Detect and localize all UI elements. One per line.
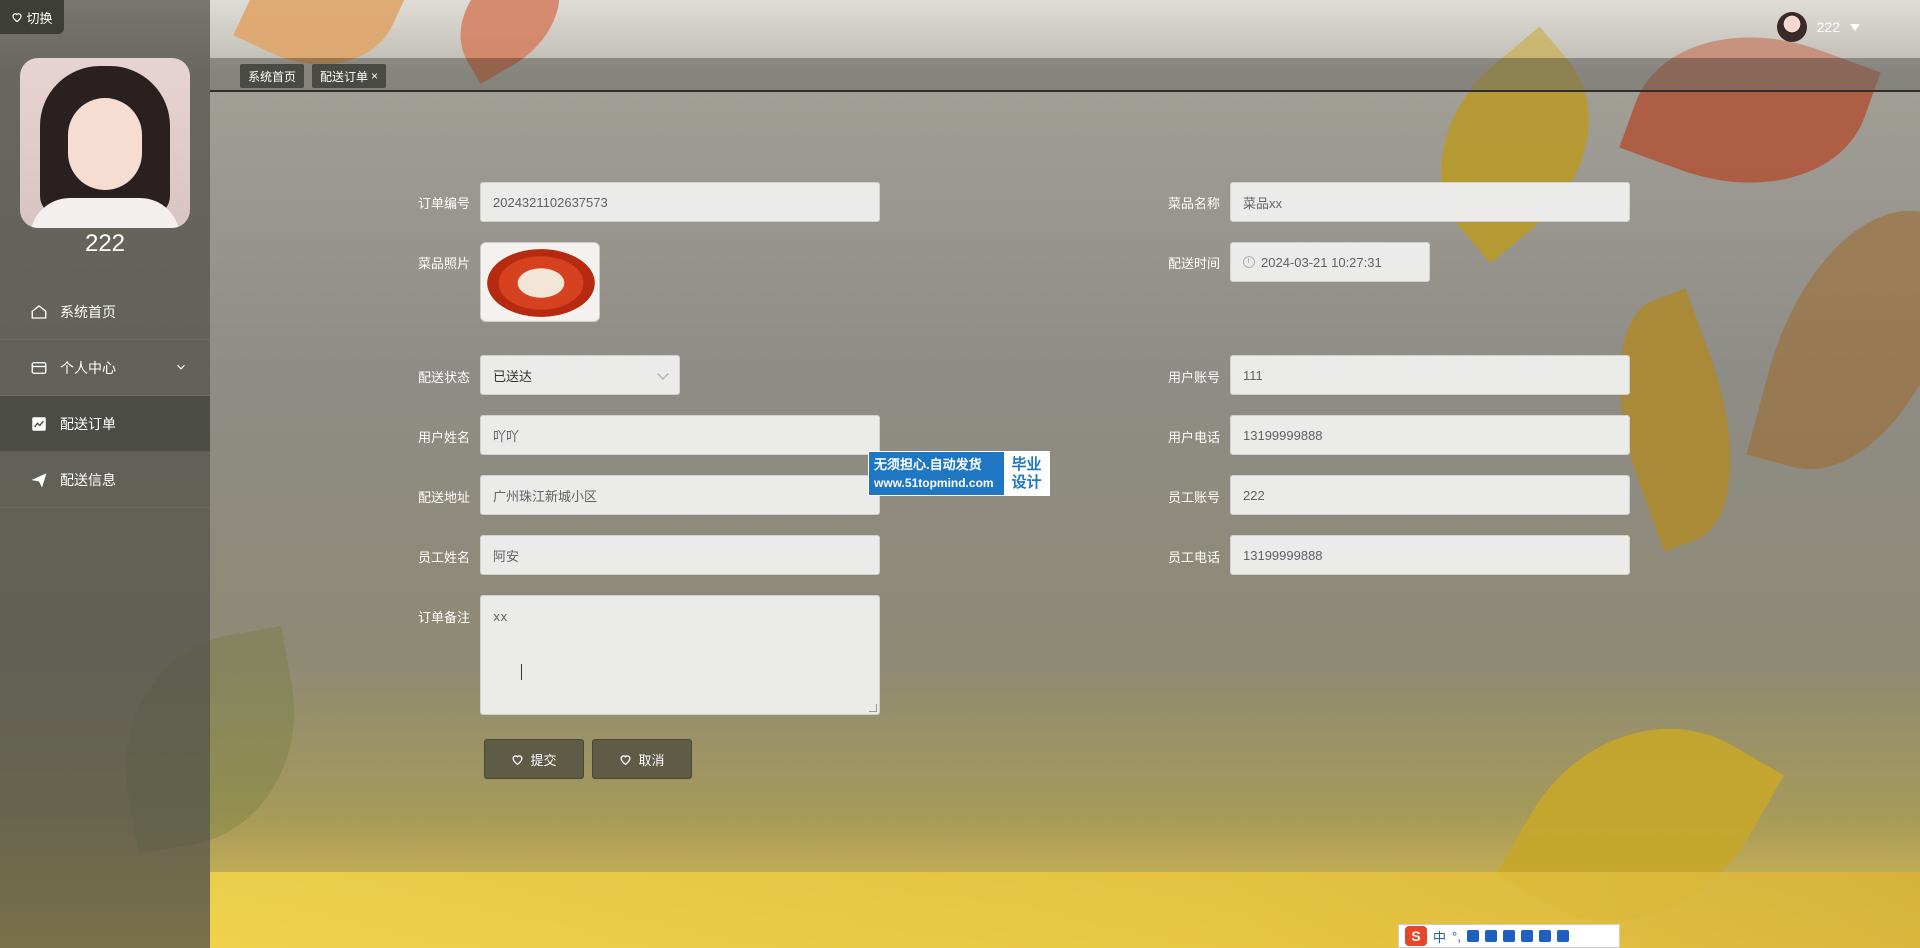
decor-leaf	[1746, 184, 1920, 496]
sidebar-item-home[interactable]: 系统首页	[0, 284, 210, 340]
caret-down-icon	[1850, 23, 1860, 31]
toggle-button[interactable]: 切换	[0, 0, 64, 34]
user-menu[interactable]: 222	[1776, 12, 1860, 42]
delivery-status-label: 配送状态	[417, 370, 470, 385]
user-avatar	[1776, 12, 1807, 42]
cancel-label: 取消	[638, 752, 665, 768]
wallet-icon	[31, 361, 47, 374]
ime-mode[interactable]: 中	[1433, 927, 1446, 946]
delivery-time-picker[interactable]: 2024-03-21 10:27:31	[1230, 242, 1430, 282]
home-icon	[31, 304, 47, 319]
address-label: 配送地址	[417, 490, 470, 505]
dish-photo-label: 菜品照片	[417, 256, 470, 271]
close-icon[interactable]: ×	[371, 69, 378, 83]
remark-textarea[interactable]: xx	[480, 595, 880, 715]
tab-home[interactable]: 系统首页	[240, 64, 305, 88]
watermark-tag: 毕业	[1011, 456, 1042, 473]
order-no-field[interactable]: 2024321102637573	[480, 182, 880, 222]
remark-value: xx	[493, 610, 508, 624]
watermark-badge[interactable]: 无须担心.自动发货 www.51topmind.com 毕业 设计	[868, 451, 1050, 496]
cancel-button[interactable]: 取消	[592, 739, 692, 779]
toggle-label: 切换	[26, 10, 53, 26]
profile-avatar	[20, 58, 190, 228]
staff-phone-label: 员工电话	[1167, 550, 1220, 565]
delivery-status-select[interactable]: 已送达	[480, 355, 680, 395]
remark-label: 订单备注	[417, 610, 470, 625]
watermark-tag: 设计	[1011, 474, 1042, 491]
staff-name-field[interactable]: 阿安	[480, 535, 880, 575]
chevron-down-icon	[657, 368, 669, 380]
tab-label: 系统首页	[248, 69, 297, 84]
user-phone-field[interactable]: 13199999888	[1230, 415, 1630, 455]
user-account-field[interactable]: 111	[1230, 355, 1630, 395]
text-cursor-icon	[521, 664, 529, 680]
heart-icon	[513, 754, 523, 765]
staff-name-label: 员工姓名	[417, 550, 470, 565]
sidebar-item-label: 配送信息	[60, 471, 116, 488]
skin-icon[interactable]	[1502, 930, 1515, 942]
emoji-icon[interactable]	[1520, 930, 1533, 942]
sidebar-item-label: 个人中心	[60, 359, 116, 376]
sidebar-item-delivery-orders[interactable]: 配送订单	[0, 396, 210, 452]
address-field[interactable]: 广州珠江新城小区	[480, 475, 880, 515]
dish-name-label: 菜品名称	[1167, 196, 1220, 211]
user-account-label: 用户账号	[1167, 370, 1220, 385]
delivery-status-value: 已送达	[493, 368, 533, 384]
dish-name-field[interactable]: 菜品xx	[1230, 182, 1630, 222]
submit-label: 提交	[530, 752, 557, 768]
staff-account-label: 员工账号	[1167, 490, 1220, 505]
chevron-down-icon	[177, 364, 185, 370]
clock-icon	[1243, 256, 1255, 268]
sogou-logo-icon[interactable]: S	[1405, 926, 1427, 946]
staff-account-field[interactable]: 222	[1230, 475, 1630, 515]
dish-photo[interactable]	[480, 242, 600, 322]
keyboard-icon[interactable]	[1484, 930, 1497, 942]
heart-icon	[621, 754, 631, 765]
user-phone-label: 用户电话	[1167, 430, 1220, 445]
sidebar-item-delivery-info[interactable]: 配送信息	[0, 452, 210, 508]
sidebar-item-label: 配送订单	[60, 415, 116, 432]
delivery-time-value: 2024-03-21 10:27:31	[1261, 254, 1382, 270]
ime-toolbar[interactable]: S 中 °,	[1398, 924, 1620, 948]
chart-icon	[32, 416, 46, 431]
staff-phone-field[interactable]: 13199999888	[1230, 535, 1630, 575]
settings-icon[interactable]	[1556, 930, 1569, 942]
apps-icon[interactable]	[1538, 930, 1551, 942]
resize-handle[interactable]	[869, 704, 877, 712]
header-username: 222	[1816, 19, 1840, 35]
heart-icon	[12, 13, 23, 23]
watermark-line: 无须担心.自动发货	[874, 457, 982, 472]
order-no-label: 订单编号	[417, 196, 470, 211]
tab-delivery-orders[interactable]: 配送订单 ×	[312, 64, 387, 88]
top-header: 222	[210, 0, 1920, 58]
sidebar-item-label: 系统首页	[60, 303, 116, 320]
mic-icon[interactable]	[1466, 930, 1479, 942]
submit-button[interactable]: 提交	[484, 739, 584, 779]
watermark-url: www.51topmind.com	[874, 476, 994, 490]
tabs-bar: 系统首页 配送订单 ×	[210, 58, 1920, 92]
sidebar-item-profile[interactable]: 个人中心	[0, 340, 210, 396]
sidebar-menu: 系统首页 个人中心 配送订单 配送信息	[0, 284, 210, 508]
user-name-label: 用户姓名	[417, 430, 470, 445]
footer-strip	[210, 872, 1920, 948]
sidebar-username: 222	[84, 230, 126, 257]
delivery-time-label: 配送时间	[1167, 256, 1220, 271]
ime-punct[interactable]: °,	[1452, 929, 1461, 944]
tab-label: 配送订单	[320, 69, 369, 84]
send-icon	[31, 472, 47, 487]
sidebar: 切换 222 系统首页 个人中心 配送订单 配送信息	[0, 0, 210, 948]
user-name-field[interactable]: 吖吖	[480, 415, 880, 455]
